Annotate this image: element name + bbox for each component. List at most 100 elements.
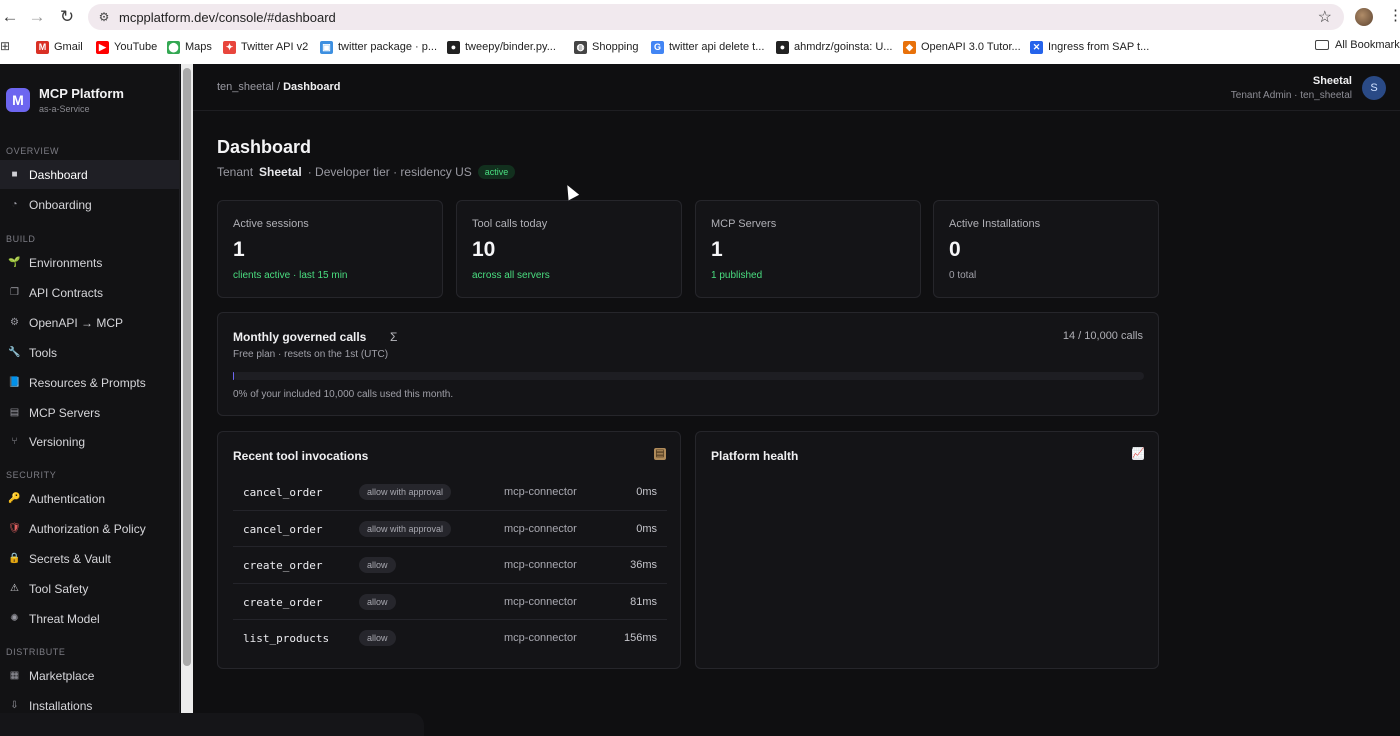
bookmark-item[interactable]: ◍ Shopping — [574, 39, 639, 55]
sidebar-item-label: Versioning — [29, 434, 86, 449]
url-text[interactable]: mcpplatform.dev/console/#dashboard — [119, 10, 336, 25]
sidebar-item-mcp-servers[interactable]: ▤ MCP Servers — [0, 398, 179, 427]
bookmark-item[interactable]: ✕ Ingress from SAP t... — [1030, 39, 1149, 55]
all-bookmarks-label: All Bookmarks — [1335, 39, 1400, 51]
sidebar-item-dashboard[interactable]: ■ Dashboard — [0, 160, 179, 189]
server-icon: ▤ — [9, 407, 20, 418]
sigma-icon: Σ — [390, 330, 398, 344]
profile-avatar[interactable] — [1355, 8, 1373, 26]
sidebar-item-versioning[interactable]: ⑂ Versioning — [0, 427, 179, 456]
brand-logo[interactable]: M — [6, 88, 30, 112]
decision-badge: allow with approval — [359, 520, 452, 537]
invocations-list: cancel_order allow with approval mcp-conne… — [233, 474, 667, 657]
stat-value: 10 — [472, 238, 496, 261]
bookmark-label: Twitter API v2 — [241, 41, 309, 53]
sidebar-item-api-contracts[interactable]: ❐ API Contracts — [0, 278, 179, 307]
latency-value: 0ms — [636, 522, 657, 535]
scrollbar-thumb[interactable] — [183, 68, 191, 666]
table-row[interactable]: cancel_order allow with approval mcp-conne… — [233, 474, 667, 511]
recent-invocations-card: Recent tool invocations ▤ cancel_order al… — [217, 431, 681, 669]
breadcrumb-current: Dashboard — [283, 81, 341, 93]
bookmark-item[interactable]: ✦ Twitter API v2 — [223, 39, 308, 55]
tool-name: cancel_order — [243, 486, 323, 499]
sidebar-item-openapi-mcp[interactable]: ⚙ OpenAPI → MCP — [0, 308, 179, 337]
server-name: mcp-connector — [504, 486, 577, 498]
sidebar-item-threat-model[interactable]: ✺ Threat Model — [0, 604, 179, 633]
sidebar-item-marketplace[interactable]: ▦ Marketplace — [0, 661, 179, 690]
stat-subtext: 0 total — [949, 270, 977, 281]
table-row[interactable]: list_products allow mcp-connector 156ms — [233, 620, 667, 657]
address-bar[interactable]: ⚙ mcpplatform.dev/console/#dashboard ☆ — [88, 4, 1344, 30]
chart-icon: 📈 — [1132, 448, 1145, 460]
store-icon: ▦ — [9, 670, 20, 681]
sidebar-item-environments[interactable]: 🌱 Environments — [0, 248, 179, 277]
sidebar-item-label: OpenAPI → MCP — [29, 315, 124, 330]
sidebar-item-tool-safety[interactable]: ⚠ Tool Safety — [0, 574, 179, 603]
apps-grid-icon[interactable]: ⊞ — [0, 40, 12, 52]
table-row[interactable]: create_order allow mcp-connector 36ms — [233, 547, 667, 584]
sap-icon: ✕ — [1030, 40, 1043, 54]
sidebar-item-resources-prompts[interactable]: 📘 Resources & Prompts — [0, 368, 179, 397]
gmail-icon: M — [36, 40, 49, 54]
user-role: Tenant Admin · ten_sheetal — [1230, 90, 1352, 101]
server-name: mcp-connector — [504, 559, 577, 571]
bookmark-item[interactable]: ◆ OpenAPI 3.0 Tutor... — [903, 39, 1021, 55]
bookmark-label: Ingress from SAP t... — [1048, 41, 1150, 53]
sidebar-item-onboarding[interactable]: ◔ Onboarding — [0, 190, 179, 219]
tool-name: create_order — [243, 595, 323, 609]
sidebar-item-authorization-policy[interactable]: 🛡 Authorization & Policy — [0, 514, 179, 543]
bookmark-item[interactable]: ● tweepy/binder.py... — [447, 39, 556, 55]
page-title: Dashboard — [217, 137, 312, 157]
status-badge: active — [477, 165, 516, 179]
stat-label: Active sessions — [233, 218, 309, 230]
forward-arrow-icon[interactable]: → — [27, 7, 47, 27]
table-row[interactable]: create_order allow mcp-connector 81ms — [233, 584, 667, 620]
sidebar-item-tools[interactable]: 🔧 Tools — [0, 338, 179, 367]
breadcrumb: ten_sheetal / Dashboard — [217, 81, 341, 93]
stat-subtext: clients active · last 15 min — [233, 270, 348, 281]
bookmark-item[interactable]: ● ahmdrz/goinsta: U... — [776, 39, 892, 55]
sidebar-item-secrets-vault[interactable]: 🔒 Secrets & Vault — [0, 544, 179, 573]
swagger-icon: ◆ — [903, 40, 916, 54]
usage-subtitle: Free plan · resets on the 1st (UTC) — [233, 349, 389, 360]
all-bookmarks-button[interactable]: All Bookmarks — [1315, 39, 1400, 51]
sidebar-item-authentication[interactable]: 🔑 Authentication — [0, 484, 179, 513]
stat-card-active-sessions: Active sessions 1 clients active · last … — [217, 200, 443, 298]
usage-note: 0% of your included 10,000 calls used th… — [233, 389, 454, 400]
lock-icon: 🔒 — [8, 553, 21, 564]
back-arrow-icon[interactable]: ← — [0, 7, 20, 27]
convert-icon: ⚙ — [10, 317, 19, 328]
site-settings-icon[interactable]: ⚙ — [96, 9, 112, 25]
bookmark-item[interactable]: ⬤ Maps — [167, 39, 212, 55]
reload-icon[interactable]: ↻ — [57, 7, 77, 27]
stat-card-mcp-servers: MCP Servers 1 1 published — [695, 200, 921, 298]
sidebar-item-label: Secrets & Vault — [29, 551, 111, 566]
bookmark-item[interactable]: ▣ twitter package · p... — [320, 39, 437, 55]
bookmark-item[interactable]: Gtwitter api delete t... — [651, 39, 764, 55]
bookmark-item[interactable]: ▶ YouTube — [96, 39, 157, 55]
tool-name: cancel_order — [243, 522, 323, 536]
user-avatar[interactable]: S — [1362, 76, 1386, 100]
bookmark-star-icon[interactable]: ☆ — [1318, 7, 1332, 27]
key-icon: 🔑 — [8, 493, 21, 504]
sidebar-item-label: Onboarding — [29, 197, 92, 212]
tenant-summary: Tenant Sheetal · Developer tier · reside… — [217, 165, 516, 179]
recent-invocations-title: Recent tool invocations — [233, 449, 369, 463]
sidebar-scrollbar[interactable] — [181, 64, 193, 736]
onboarding-icon: ◔ — [11, 199, 18, 210]
sidebar-item-label: Installations — [29, 698, 93, 713]
usage-card: Monthly governed calls Σ Free plan · res… — [217, 312, 1159, 416]
bookmark-item[interactable]: M Gmail — [36, 39, 83, 55]
browser-menu-icon[interactable]: ⋮ — [1388, 6, 1400, 26]
bookmark-label: twitter package · p... — [338, 41, 438, 53]
platform-health-title: Platform health — [711, 449, 799, 463]
stat-value: 0 — [949, 238, 961, 261]
tenant-prefix: Tenant — [217, 165, 254, 179]
sidebar-section-title: DISTRIBUTE — [6, 647, 66, 657]
table-row[interactable]: cancel_order allow with approval mcp-conne… — [233, 511, 667, 547]
bookmark-label: tweepy/binder.py... — [465, 41, 556, 53]
bug-icon: ✺ — [10, 613, 19, 624]
warning-icon: ⚠ — [10, 583, 19, 594]
server-name: mcp-connector — [504, 522, 577, 535]
breadcrumb-tenant[interactable]: ten_sheetal — [217, 81, 274, 93]
